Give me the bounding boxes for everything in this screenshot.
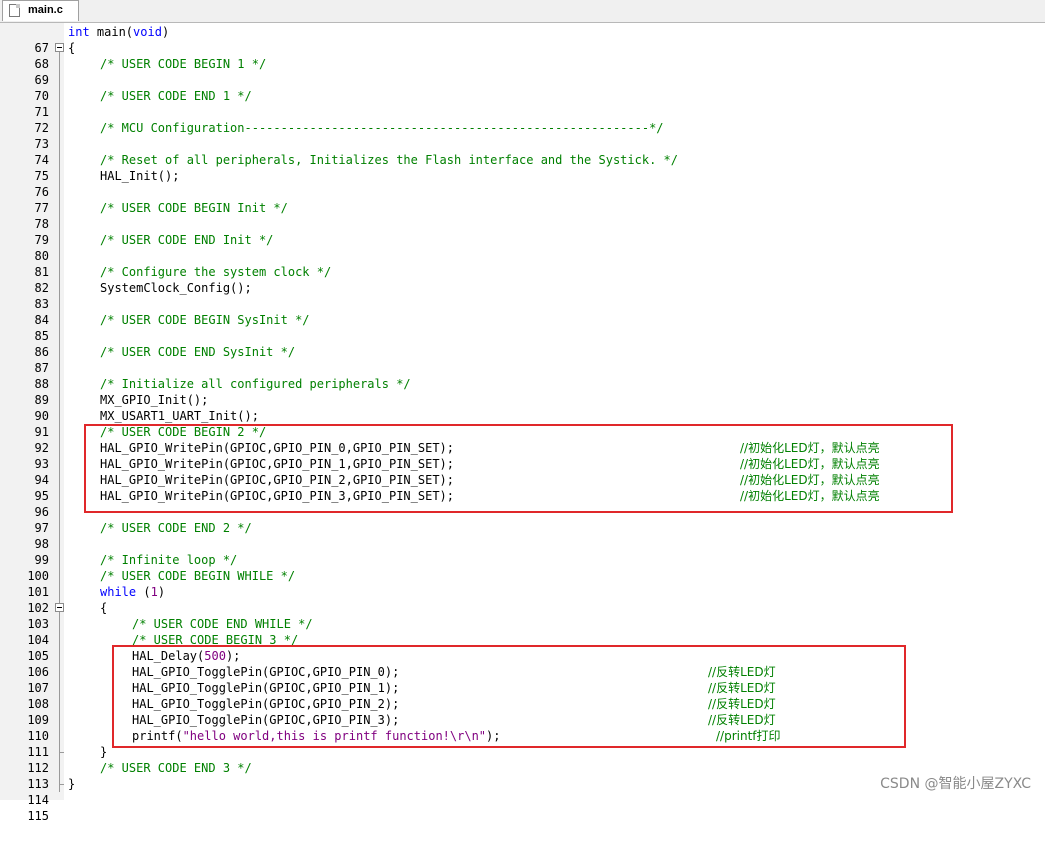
code-line: 104 /* USER CODE END WHILE */ xyxy=(0,616,1045,647)
code-line: 77 xyxy=(0,184,1045,215)
code-text: { xyxy=(68,41,76,55)
code-text: MX_USART1_UART_Init(); xyxy=(100,409,259,423)
code-line: 79 xyxy=(0,216,1045,247)
code-editor[interactable]: 67 int main(void) 68 { 69 /* USER CODE B… xyxy=(0,23,1045,823)
code-line: 85 /* USER CODE BEGIN SysInit */ xyxy=(0,312,1045,343)
code-line: 102 while (1) xyxy=(0,584,1045,615)
code-line: 74 xyxy=(0,136,1045,167)
code-line: 73 /* MCU Configuration-----------------… xyxy=(0,120,1045,151)
fold-end-marker xyxy=(59,752,64,753)
code-line: 83 SystemClock_Config(); xyxy=(0,280,1045,311)
code-line: 100 /* Infinite loop */ xyxy=(0,552,1045,583)
number-literal: 1 xyxy=(150,585,158,599)
code-line: 89 /* Initialize all configured peripher… xyxy=(0,376,1045,407)
code-text: } xyxy=(68,777,76,791)
code-line: 78 /* USER CODE BEGIN Init */ xyxy=(0,200,1045,231)
code-comment: /* Configure the system clock */ xyxy=(100,265,332,279)
keyword: while xyxy=(100,585,137,599)
highlight-box-loop xyxy=(112,645,906,748)
code-comment: /* USER CODE END SysInit */ xyxy=(100,345,296,359)
code-line: 99 xyxy=(0,536,1045,567)
code-comment: /* USER CODE BEGIN SysInit */ xyxy=(100,313,310,327)
code-comment: /* USER CODE END 1 */ xyxy=(100,89,252,103)
code-line: 101 /* USER CODE BEGIN WHILE */ xyxy=(0,568,1045,599)
code-comment: /* USER CODE END 2 */ xyxy=(100,521,252,535)
fold-collapse-icon[interactable] xyxy=(55,43,64,52)
code-text: HAL_Init(); xyxy=(100,169,180,183)
code-line: 87 /* USER CODE END SysInit */ xyxy=(0,344,1045,375)
code-text: { xyxy=(100,601,108,615)
line-number: 115 xyxy=(27,809,49,823)
code-comment: /* Initialize all configured peripherals… xyxy=(100,377,411,391)
code-text: } xyxy=(100,745,108,759)
code-line: 103 { xyxy=(0,600,1045,631)
code-line: 71 /* USER CODE END 1 */ xyxy=(0,88,1045,119)
code-text: main( xyxy=(89,25,134,39)
fold-end-marker xyxy=(59,784,64,785)
code-line: 88 xyxy=(0,360,1045,391)
watermark: CSDN @智能小屋ZYXC xyxy=(880,776,1031,792)
code-comment: /* Infinite loop */ xyxy=(100,553,238,567)
c-file-icon xyxy=(9,4,20,17)
code-line: 84 xyxy=(0,296,1045,327)
code-comment: /* USER CODE END Init */ xyxy=(100,233,274,247)
code-comment: /* USER CODE BEGIN Init */ xyxy=(100,201,288,215)
code-comment: /* USER CODE BEGIN WHILE */ xyxy=(100,569,296,583)
tab-label: main.c xyxy=(28,4,63,16)
code-line: 67 int main(void) xyxy=(0,24,1045,55)
code-line: 98 /* USER CODE END 2 */ xyxy=(0,520,1045,551)
code-text: MX_GPIO_Init(); xyxy=(100,393,209,407)
code-text: SystemClock_Config(); xyxy=(100,281,252,295)
code-line: 69 /* USER CODE BEGIN 1 */ xyxy=(0,56,1045,87)
code-text: ) xyxy=(157,585,166,599)
code-comment: /* MCU Configuration--------------------… xyxy=(100,121,664,135)
code-line: 81 xyxy=(0,248,1045,279)
code-line: 75 /* Reset of all peripherals, Initiali… xyxy=(0,152,1045,183)
code-line: 115 xyxy=(0,792,1045,823)
code-comment: /* USER CODE END 3 */ xyxy=(100,761,252,775)
code-text: ) xyxy=(161,25,170,39)
highlight-box-init xyxy=(84,424,953,513)
code-line: 76 HAL_Init(); xyxy=(0,168,1045,199)
code-line: 68 { xyxy=(0,40,1045,71)
code-line: 86 xyxy=(0,328,1045,359)
code-line: 70 xyxy=(0,72,1045,103)
code-text: ( xyxy=(136,585,151,599)
code-line: 90 MX_GPIO_Init(); xyxy=(0,392,1045,423)
code-comment: /* USER CODE BEGIN 1 */ xyxy=(100,57,267,71)
code-line: 72 xyxy=(0,104,1045,135)
keyword: int xyxy=(68,25,90,39)
code-comment: /* Reset of all peripherals, Initializes… xyxy=(100,153,678,167)
code-line: 80 /* USER CODE END Init */ xyxy=(0,232,1045,263)
fold-collapse-icon[interactable] xyxy=(55,603,64,612)
code-line: 82 /* Configure the system clock */ xyxy=(0,264,1045,295)
tab-main-c[interactable]: main.c xyxy=(2,0,79,21)
code-line: 91 MX_USART1_UART_Init(); xyxy=(0,408,1045,439)
editor-tab-bar: main.c xyxy=(0,0,1045,23)
code-comment: /* USER CODE END WHILE */ xyxy=(132,617,313,631)
keyword: void xyxy=(133,25,162,39)
